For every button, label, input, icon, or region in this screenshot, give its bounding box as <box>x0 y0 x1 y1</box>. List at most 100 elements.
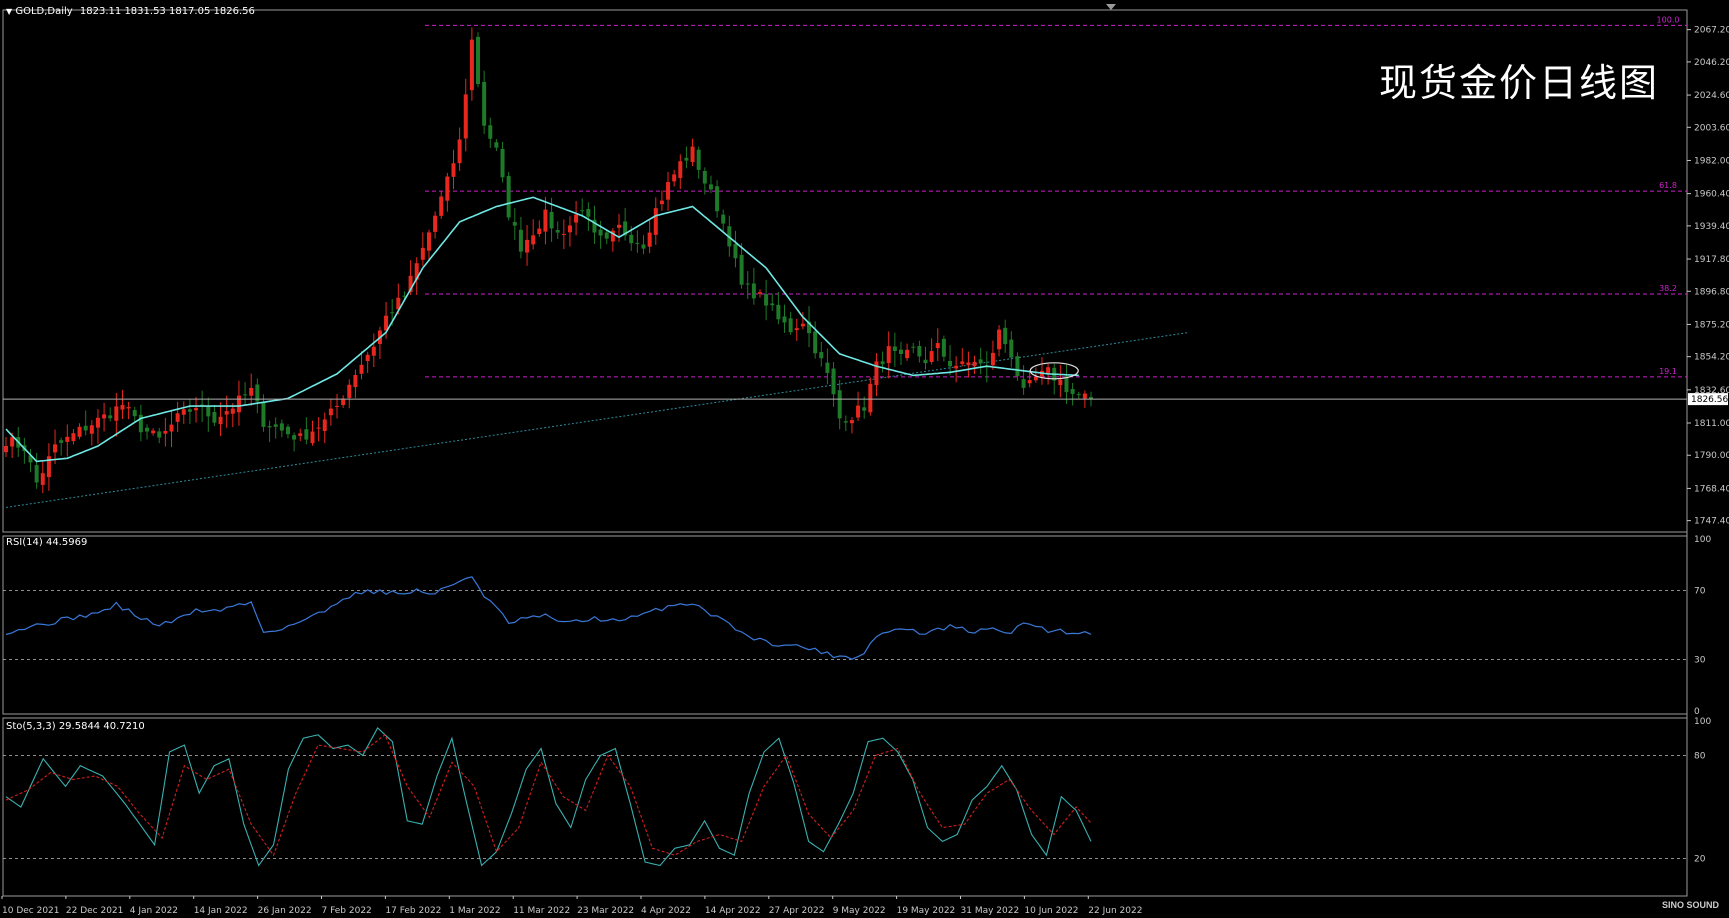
date-tick-label: 22 Jun 2022 <box>1088 906 1142 916</box>
chart-canvas: 2067.20 2046.20 2024.60 2003.60 1982.00 1960.… <box>1 4 1729 916</box>
candle-body <box>249 387 254 396</box>
overlay-title: 现货金价日线图 <box>1378 61 1659 105</box>
price-tick-label: 1939.40 <box>1694 222 1729 232</box>
candle-body <box>598 229 603 236</box>
date-tick-label: 14 Jan 2022 <box>194 906 248 916</box>
collapse-triangle-icon[interactable]: ▼ <box>6 7 12 16</box>
shift-marker-icon <box>1106 4 1116 10</box>
price-tick-label: 1747.40 <box>1694 517 1729 527</box>
candle-body <box>506 176 511 218</box>
candle-body <box>439 196 444 216</box>
sto-main-line <box>5 727 1092 867</box>
candle-body <box>954 365 959 369</box>
candle-body <box>126 407 131 409</box>
candle-body <box>555 230 560 233</box>
date-tick-label: 19 May 2022 <box>897 906 956 916</box>
candle-body <box>1033 376 1038 381</box>
candle-body <box>512 222 517 226</box>
candle-body <box>157 431 162 438</box>
fib-level-label: 61.8 <box>1659 181 1677 190</box>
candle-body <box>905 349 910 359</box>
candle-body <box>328 408 333 416</box>
panel-frame-2 <box>2 535 1688 715</box>
candle-body <box>898 349 903 354</box>
price-tick-label: 1917.80 <box>1694 255 1729 265</box>
candle-body <box>476 36 481 84</box>
date-tick-label: 26 Jan 2022 <box>258 906 312 916</box>
candle-body <box>279 423 284 431</box>
candle-body <box>702 170 707 184</box>
symbol-header: ▼ GOLD,Daily 1823.11 1831.53 1817.05 182… <box>6 6 255 17</box>
candle-body <box>690 146 695 163</box>
candle-body <box>574 214 579 223</box>
candle-body <box>236 395 241 413</box>
candle-body <box>923 359 928 364</box>
rsi-title: RSI(14) 44.5969 <box>6 537 88 548</box>
candle-body <box>739 254 744 285</box>
sto-title: Sto(5,3,3) 29.5844 40.7210 <box>6 721 145 732</box>
candle-body <box>549 211 554 229</box>
rsi-tick-label: 70 <box>1694 587 1706 597</box>
candle-body <box>1015 356 1020 377</box>
candle-body <box>34 465 39 483</box>
candle-body <box>335 405 340 407</box>
candle-body <box>935 343 940 349</box>
candle-body <box>1064 376 1069 393</box>
candle-body <box>298 433 303 436</box>
candle-body <box>151 430 156 434</box>
date-tick-label: 4 Apr 2022 <box>641 906 691 916</box>
price-tick-label: 2046.20 <box>1694 58 1729 68</box>
date-tick-label: 1 Mar 2022 <box>449 906 500 916</box>
candle-body <box>617 224 621 228</box>
candle-body <box>384 315 389 331</box>
candle-body <box>721 214 726 224</box>
candle-body <box>194 408 199 411</box>
candle-body <box>641 244 646 249</box>
date-tick-label: 9 May 2022 <box>833 906 886 916</box>
candle-body <box>102 414 107 419</box>
candle-body <box>653 208 658 235</box>
candle-body <box>862 407 867 411</box>
candle-body <box>635 242 640 244</box>
price-tick-label: 1790.00 <box>1694 451 1729 461</box>
date-tick-label: 7 Feb 2022 <box>322 906 372 916</box>
candle-body <box>114 406 119 421</box>
candle-body <box>715 186 720 212</box>
candle-body <box>144 427 149 432</box>
watermark-logo: SINO SOUND <box>1662 901 1719 910</box>
rsi-line <box>5 576 1092 660</box>
sto-tick-label: 100 <box>1694 717 1711 727</box>
sto-tick-label: 80 <box>1694 751 1706 761</box>
candle-body <box>647 232 652 247</box>
candle-body <box>666 182 671 200</box>
candle-body <box>770 303 775 306</box>
candle-body <box>420 247 425 260</box>
candle-body <box>543 209 548 232</box>
candle-body <box>997 329 1002 350</box>
candle-body <box>273 424 278 427</box>
price-tick-label: 2003.60 <box>1694 123 1729 133</box>
rsi-tick-label: 100 <box>1694 535 1711 545</box>
candle-body <box>751 283 756 299</box>
price-tick-label: 1768.40 <box>1694 484 1729 494</box>
candle-body <box>218 416 223 425</box>
candle-body <box>537 228 542 235</box>
date-tick-label: 11 Mar 2022 <box>513 906 570 916</box>
candle-body <box>77 426 82 437</box>
date-tick-label: 10 Dec 2021 <box>2 906 60 916</box>
candle-body <box>678 161 683 178</box>
candle-body <box>941 338 946 357</box>
candle-body <box>966 362 971 365</box>
ohlc-readout: 1823.11 1831.53 1817.05 1826.56 <box>79 6 255 17</box>
candle-body <box>1003 327 1008 345</box>
candle-body <box>580 210 585 212</box>
candle-body <box>494 142 499 148</box>
sto-signal-line <box>5 733 1092 857</box>
candle-body <box>764 293 769 306</box>
rsi-tick-label: 30 <box>1694 655 1706 665</box>
candle-body <box>390 312 395 314</box>
candle-body <box>4 446 8 453</box>
candle-body <box>224 411 229 415</box>
candle-body <box>525 239 530 253</box>
price-tick-label: 1960.40 <box>1694 190 1729 200</box>
